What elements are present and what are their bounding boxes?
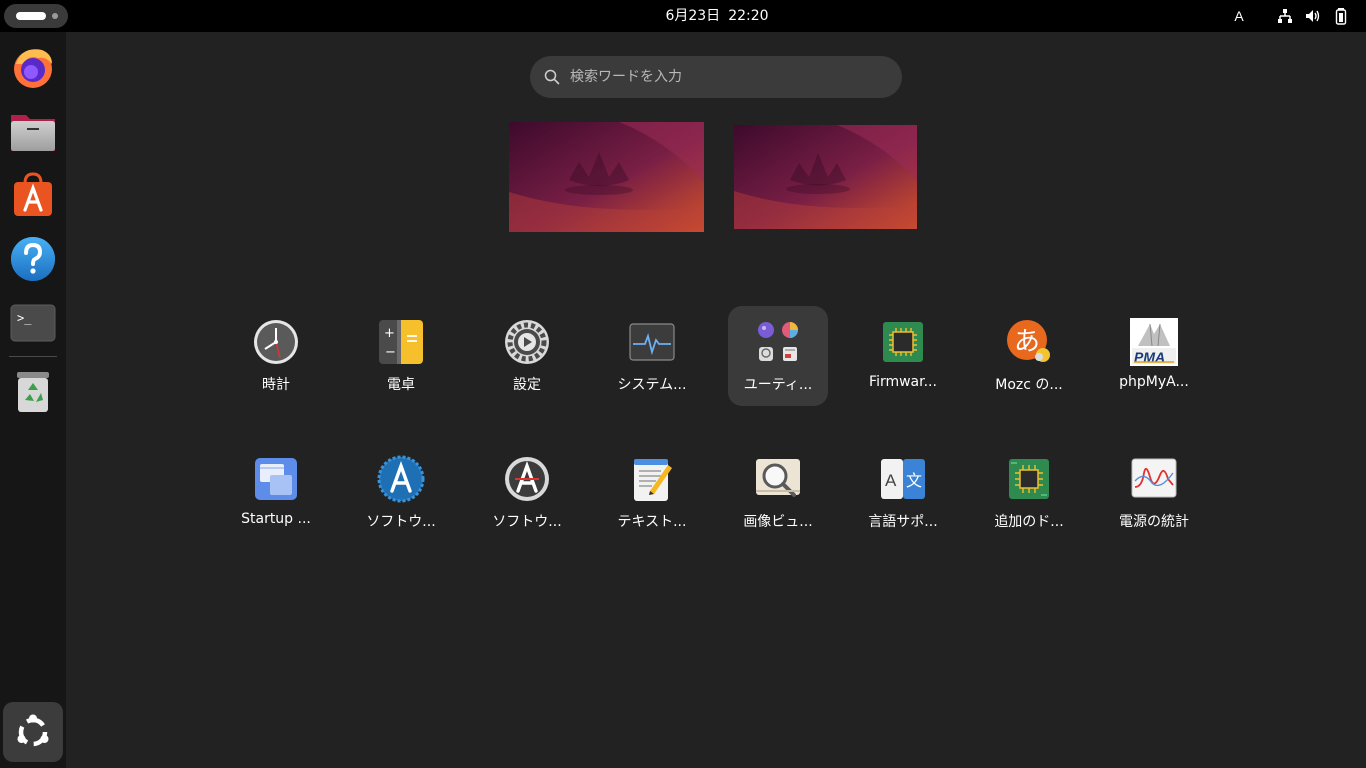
app-settings[interactable]: 設定: [477, 306, 577, 406]
svg-text:+: +: [384, 326, 395, 341]
software-updater-icon: [377, 455, 425, 503]
app-label: 設定: [513, 377, 541, 393]
startup-disk-icon: [252, 455, 300, 503]
search-input[interactable]: [570, 56, 890, 98]
app-startup-disk[interactable]: Startup ...: [226, 443, 326, 543]
app-label: ソフトウ...: [492, 514, 562, 530]
app-text-editor[interactable]: テキスト...: [602, 443, 702, 543]
files-icon[interactable]: [8, 106, 58, 156]
app-mozc[interactable]: あ Mozc の...: [979, 306, 1079, 406]
trash-icon[interactable]: [8, 366, 58, 416]
firefox-icon[interactable]: [8, 42, 58, 92]
workspace-indicator-inactive: [52, 13, 58, 19]
help-icon[interactable]: [8, 234, 58, 284]
activities-button[interactable]: [4, 4, 68, 28]
search-bar[interactable]: [530, 56, 902, 98]
additional-drivers-icon: [1005, 455, 1053, 503]
firmware-icon: [879, 318, 927, 366]
app-label: テキスト...: [617, 514, 687, 530]
battery-icon[interactable]: [1332, 7, 1350, 25]
app-label: Startup ...: [241, 511, 311, 527]
top-bar: 6月23日 22:20 A: [0, 0, 1366, 32]
app-power-statistics[interactable]: 電源の統計: [1104, 443, 1204, 543]
app-label: 電卓: [387, 377, 415, 393]
calculator-icon: + −: [377, 318, 425, 366]
time-label: 22:20: [728, 8, 769, 24]
app-label: Mozc の...: [995, 377, 1063, 393]
svg-text:あ: あ: [1014, 327, 1040, 357]
app-label: システム...: [617, 377, 687, 393]
svg-text:−: −: [385, 345, 396, 360]
app-system-monitor[interactable]: システム...: [602, 306, 702, 406]
app-clock[interactable]: 時計: [226, 306, 326, 406]
utilities-folder-icon: [754, 318, 802, 366]
app-calculator[interactable]: + − 電卓: [351, 306, 451, 406]
ubuntu-logo-icon: [17, 714, 49, 747]
settings-icon: [503, 318, 551, 366]
app-language-support[interactable]: A文 言語サポ...: [853, 443, 953, 543]
dock: >_: [0, 32, 66, 768]
app-additional-drivers[interactable]: 追加のド...: [979, 443, 1079, 543]
workspace-indicator-active: [16, 12, 46, 20]
input-method-indicator[interactable]: A: [1228, 0, 1250, 32]
app-utilities-folder[interactable]: ユーティ...: [728, 306, 828, 406]
app-center-icon[interactable]: [8, 170, 58, 220]
system-monitor-icon: [628, 318, 676, 366]
show-apps-button[interactable]: [3, 702, 63, 762]
app-software-properties[interactable]: ソフトウ...: [477, 443, 577, 543]
mozc-icon: あ: [1005, 318, 1053, 366]
app-label: 画像ビュ...: [743, 514, 813, 530]
app-image-viewer[interactable]: 画像ビュ...: [728, 443, 828, 543]
app-firmware[interactable]: Firmwar...: [853, 306, 953, 406]
phpmyadmin-icon: PMA: [1130, 318, 1178, 366]
date-time-menu[interactable]: 6月23日 22:20: [600, 0, 834, 32]
svg-text:>_: >_: [17, 311, 32, 325]
workspace-thumbnail-1[interactable]: [509, 122, 704, 232]
image-viewer-icon: [754, 455, 802, 503]
app-software-updater[interactable]: ソフトウ...: [351, 443, 451, 543]
svg-text:A: A: [885, 471, 897, 490]
app-label: ユーティ...: [743, 377, 813, 393]
text-editor-icon: [628, 455, 676, 503]
software-properties-icon: [503, 455, 551, 503]
svg-text:文: 文: [906, 471, 922, 490]
app-label: 時計: [262, 377, 290, 393]
power-statistics-icon: [1130, 455, 1178, 503]
dock-separator: [9, 356, 57, 357]
workspace-thumbnail-2[interactable]: [734, 125, 917, 229]
app-label: phpMyA...: [1119, 374, 1189, 390]
search-icon: [544, 69, 560, 85]
app-label: 言語サポ...: [868, 514, 938, 530]
app-label: 追加のド...: [994, 514, 1064, 530]
app-label: 電源の統計: [1119, 514, 1189, 530]
app-phpmyadmin[interactable]: PMA phpMyA...: [1104, 306, 1204, 406]
app-label: Firmwar...: [869, 374, 937, 390]
terminal-icon[interactable]: >_: [8, 298, 58, 348]
volume-icon[interactable]: [1304, 7, 1322, 25]
clock-icon: [252, 318, 300, 366]
app-label: ソフトウ...: [366, 514, 436, 530]
language-support-icon: A文: [879, 455, 927, 503]
date-label: 6月23日: [665, 8, 721, 24]
network-wired-icon[interactable]: [1276, 7, 1294, 25]
